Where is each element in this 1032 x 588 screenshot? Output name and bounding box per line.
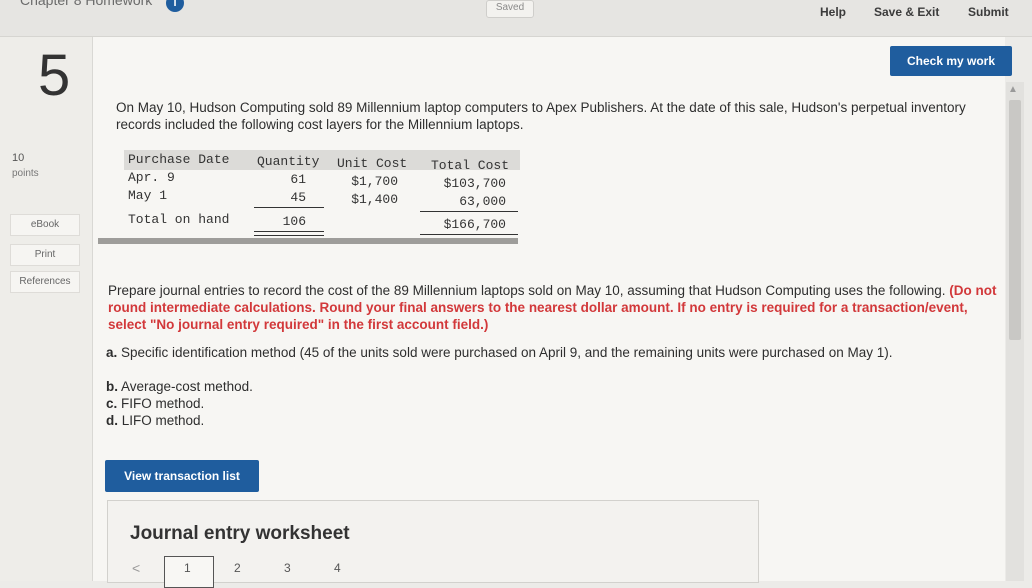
inventory-table: Purchase Date Quantity Unit Cost Total C… bbox=[98, 150, 520, 244]
table-footer-bar bbox=[98, 238, 518, 244]
row-date: May 1 bbox=[128, 188, 168, 203]
row-quantity: 61 bbox=[290, 172, 306, 187]
ebook-button[interactable]: eBook bbox=[10, 214, 80, 236]
page-tab-1[interactable]: 1 bbox=[184, 561, 191, 575]
row-quantity: 45 bbox=[290, 190, 306, 205]
option-b: b. Average-cost method. bbox=[106, 378, 253, 395]
check-my-work-button[interactable]: Check my work bbox=[890, 46, 1012, 76]
scroll-up-icon[interactable]: ▲ bbox=[1008, 84, 1018, 95]
view-transaction-list-button[interactable]: View transaction list bbox=[105, 460, 259, 492]
help-link[interactable]: Help bbox=[820, 5, 846, 19]
scrollbar-thumb[interactable] bbox=[1009, 100, 1021, 340]
option-d: d. LIFO method. bbox=[106, 412, 204, 429]
row-total-cost: $103,700 bbox=[443, 176, 506, 191]
option-b-text: Average-cost method. bbox=[121, 379, 253, 394]
question-intro: On May 10, Hudson Computing sold 89 Mill… bbox=[116, 100, 966, 132]
points-label: points bbox=[12, 168, 39, 179]
header-total-cost: Total Cost bbox=[431, 158, 510, 173]
references-button[interactable]: References bbox=[10, 271, 80, 293]
total-cost-value: $166,700 bbox=[443, 217, 506, 232]
header-quantity: Quantity bbox=[257, 154, 320, 169]
option-b-letter: b. bbox=[106, 379, 118, 394]
quantity-double-underline bbox=[254, 231, 324, 236]
option-c: c. FIFO method. bbox=[106, 395, 204, 412]
page-tab-2[interactable]: 2 bbox=[234, 561, 241, 575]
saved-status: Saved bbox=[486, 0, 534, 18]
save-exit-link[interactable]: Save & Exit bbox=[874, 5, 939, 19]
submit-link[interactable]: Submit bbox=[968, 5, 1009, 19]
row-date: Apr. 9 bbox=[128, 170, 175, 185]
question-number: 5 bbox=[38, 43, 71, 108]
prompt-text: Prepare journal entries to record the co… bbox=[108, 283, 946, 298]
assignment-title: Chapter 8 Homework bbox=[20, 0, 153, 8]
page-tab-4[interactable]: 4 bbox=[334, 561, 341, 575]
header-purchase-date: Purchase Date bbox=[128, 152, 230, 167]
question-prompt: Prepare journal entries to record the co… bbox=[108, 282, 998, 333]
option-a: a. Specific identification method (45 of… bbox=[106, 344, 998, 361]
option-c-letter: c. bbox=[106, 396, 118, 411]
option-c-text: FIFO method. bbox=[121, 396, 205, 411]
points-value: 10 bbox=[12, 152, 25, 164]
header-unit-cost: Unit Cost bbox=[337, 156, 408, 171]
row-total-cost: 63,000 bbox=[459, 194, 506, 209]
option-a-letter: a. bbox=[106, 345, 118, 360]
question-sidebar bbox=[0, 37, 93, 581]
chevron-left-icon[interactable]: < bbox=[132, 560, 140, 576]
total-cost-underline bbox=[420, 211, 518, 212]
row-unit-cost: $1,700 bbox=[351, 174, 398, 189]
option-d-text: LIFO method. bbox=[121, 413, 205, 428]
option-a-text: Specific identification method (45 of th… bbox=[121, 345, 893, 360]
total-on-hand-label: Total on hand bbox=[128, 212, 230, 227]
total-quantity: 106 bbox=[282, 214, 306, 229]
option-d-letter: d. bbox=[106, 413, 118, 428]
print-button[interactable]: Print bbox=[10, 244, 80, 266]
quantity-underline bbox=[254, 207, 324, 208]
page-tab-3[interactable]: 3 bbox=[284, 561, 291, 575]
journal-entry-title: Journal entry worksheet bbox=[130, 523, 350, 544]
row-unit-cost: $1,400 bbox=[351, 192, 398, 207]
